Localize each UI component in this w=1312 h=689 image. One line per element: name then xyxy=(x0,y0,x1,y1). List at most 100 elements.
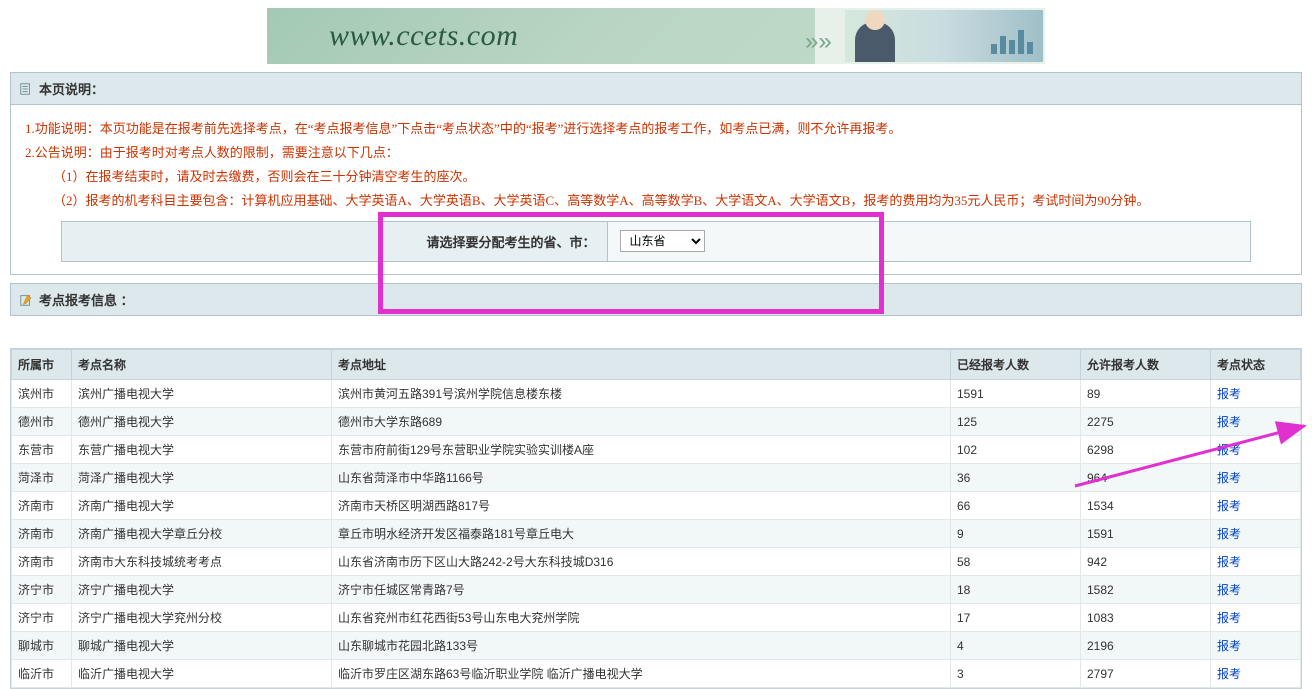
col-addr: 考点地址 xyxy=(332,350,951,380)
notes-icon xyxy=(19,82,33,96)
col-name: 考点名称 xyxy=(72,350,332,380)
register-link[interactable]: 报考 xyxy=(1217,499,1241,513)
cell-status: 报考 xyxy=(1211,660,1301,688)
sites-table-wrap: 所属市 考点名称 考点地址 已经报考人数 允许报考人数 考点状态 滨州市滨州广播… xyxy=(10,348,1302,689)
register-link[interactable]: 报考 xyxy=(1217,471,1241,485)
cell-name: 滨州广播电视大学 xyxy=(72,380,332,408)
instruction-line: 2.公告说明：由于报考时对考点人数的限制，需要注意以下几点： xyxy=(25,141,1287,165)
edit-icon xyxy=(19,293,33,307)
register-link[interactable]: 报考 xyxy=(1217,527,1241,541)
table-row: 滨州市滨州广播电视大学滨州市黄河五路391号滨州学院信息楼东楼159189报考 xyxy=(12,380,1301,408)
cell-addr: 德州市大学东路689 xyxy=(332,408,951,436)
cell-status: 报考 xyxy=(1211,436,1301,464)
instructions-body: 1.功能说明：本页功能是在报考前先选择考点，在“考点报考信息”下点击“考点状态”… xyxy=(10,105,1302,275)
col-allowed: 允许报考人数 xyxy=(1081,350,1211,380)
cell-name: 菏泽广播电视大学 xyxy=(72,464,332,492)
cell-name: 临沂广播电视大学 xyxy=(72,660,332,688)
cell-registered: 9 xyxy=(951,520,1081,548)
table-row: 济南市济南市大东科技城统考考点山东省济南市历下区山大路242-2号大东科技城D3… xyxy=(12,548,1301,576)
cell-city: 菏泽市 xyxy=(12,464,72,492)
register-link[interactable]: 报考 xyxy=(1217,667,1241,681)
cell-addr: 东营市府前街129号东营职业学院实验实训楼A座 xyxy=(332,436,951,464)
cell-name: 德州广播电视大学 xyxy=(72,408,332,436)
register-link[interactable]: 报考 xyxy=(1217,555,1241,569)
cell-status: 报考 xyxy=(1211,604,1301,632)
cell-name: 济南广播电视大学 xyxy=(72,492,332,520)
cell-addr: 滨州市黄河五路391号滨州学院信息楼东楼 xyxy=(332,380,951,408)
cell-status: 报考 xyxy=(1211,632,1301,660)
cell-allowed: 6298 xyxy=(1081,436,1211,464)
instruction-line: （2）报考的机考科目主要包含：计算机应用基础、大学英语A、大学英语B、大学英语C… xyxy=(25,189,1287,213)
cell-addr: 山东省兖州市红花西街53号山东电大兖州学院 xyxy=(332,604,951,632)
col-status: 考点状态 xyxy=(1211,350,1301,380)
cell-status: 报考 xyxy=(1211,520,1301,548)
cell-registered: 3 xyxy=(951,660,1081,688)
cell-registered: 18 xyxy=(951,576,1081,604)
table-row: 聊城市聊城广播电视大学山东聊城市花园北路133号42196报考 xyxy=(12,632,1301,660)
cell-city: 济南市 xyxy=(12,548,72,576)
cell-city: 滨州市 xyxy=(12,380,72,408)
table-row: 东营市东营广播电视大学东营市府前街129号东营职业学院实验实训楼A座102629… xyxy=(12,436,1301,464)
section-instructions-header: 本页说明： xyxy=(10,72,1302,105)
cell-registered: 1591 xyxy=(951,380,1081,408)
table-row: 济宁市济宁广播电视大学兖州分校山东省兖州市红花西街53号山东电大兖州学院1710… xyxy=(12,604,1301,632)
cell-registered: 125 xyxy=(951,408,1081,436)
cell-status: 报考 xyxy=(1211,576,1301,604)
cell-city: 临沂市 xyxy=(12,660,72,688)
cell-name: 济宁广播电视大学兖州分校 xyxy=(72,604,332,632)
cell-allowed: 1582 xyxy=(1081,576,1211,604)
cell-name: 济南市大东科技城统考考点 xyxy=(72,548,332,576)
cell-registered: 17 xyxy=(951,604,1081,632)
instruction-line: 1.功能说明：本页功能是在报考前先选择考点，在“考点报考信息”下点击“考点状态”… xyxy=(25,117,1287,141)
section-sites-title: 考点报考信息 ： xyxy=(39,290,134,309)
cell-registered: 36 xyxy=(951,464,1081,492)
cell-allowed: 1591 xyxy=(1081,520,1211,548)
cell-name: 聊城广播电视大学 xyxy=(72,632,332,660)
cell-name: 东营广播电视大学 xyxy=(72,436,332,464)
cell-registered: 66 xyxy=(951,492,1081,520)
cell-addr: 山东省菏泽市中华路1166号 xyxy=(332,464,951,492)
cell-city: 济宁市 xyxy=(12,604,72,632)
cell-status: 报考 xyxy=(1211,548,1301,576)
instruction-line: （1）在报考结束时，请及时去缴费，否则会在三十分钟清空考生的座次。 xyxy=(25,165,1287,189)
cell-addr: 章丘市明水经济开发区福泰路181号章丘电大 xyxy=(332,520,951,548)
register-link[interactable]: 报考 xyxy=(1217,415,1241,429)
col-registered: 已经报考人数 xyxy=(951,350,1081,380)
banner-header: www.ccets.com »» xyxy=(267,8,1045,64)
cell-status: 报考 xyxy=(1211,492,1301,520)
province-selector-label: 请选择要分配考生的省、市： xyxy=(62,222,608,261)
cell-addr: 济南市天桥区明湖西路817号 xyxy=(332,492,951,520)
cell-city: 济南市 xyxy=(12,492,72,520)
register-link[interactable]: 报考 xyxy=(1217,611,1241,625)
cell-city: 聊城市 xyxy=(12,632,72,660)
banner-url: www.ccets.com xyxy=(329,19,518,53)
cell-allowed: 1083 xyxy=(1081,604,1211,632)
table-row: 临沂市临沂广播电视大学临沂市罗庄区湖东路63号临沂职业学院 临沂广播电视大学32… xyxy=(12,660,1301,688)
cell-registered: 58 xyxy=(951,548,1081,576)
table-row: 德州市德州广播电视大学德州市大学东路6891252275报考 xyxy=(12,408,1301,436)
register-link[interactable]: 报考 xyxy=(1217,639,1241,653)
cell-city: 济南市 xyxy=(12,520,72,548)
province-select[interactable]: 山东省 xyxy=(620,230,705,252)
province-selector-bar: 请选择要分配考生的省、市： 山东省 xyxy=(61,221,1251,262)
cell-allowed: 942 xyxy=(1081,548,1211,576)
table-row: 济南市济南广播电视大学章丘分校章丘市明水经济开发区福泰路181号章丘电大9159… xyxy=(12,520,1301,548)
cell-city: 济宁市 xyxy=(12,576,72,604)
sites-table: 所属市 考点名称 考点地址 已经报考人数 允许报考人数 考点状态 滨州市滨州广播… xyxy=(11,349,1301,688)
cell-allowed: 1534 xyxy=(1081,492,1211,520)
col-city: 所属市 xyxy=(12,350,72,380)
cell-allowed: 2275 xyxy=(1081,408,1211,436)
cell-registered: 102 xyxy=(951,436,1081,464)
table-row: 菏泽市菏泽广播电视大学山东省菏泽市中华路1166号36964 报考 xyxy=(12,464,1301,492)
register-link[interactable]: 报考 xyxy=(1217,443,1241,457)
cell-addr: 临沂市罗庄区湖东路63号临沂职业学院 临沂广播电视大学 xyxy=(332,660,951,688)
register-link[interactable]: 报考 xyxy=(1217,387,1241,401)
province-selector-cell: 山东省 xyxy=(608,222,1250,261)
register-link[interactable]: 报考 xyxy=(1217,583,1241,597)
cell-name: 济宁广播电视大学 xyxy=(72,576,332,604)
cell-allowed: 964 xyxy=(1081,464,1211,492)
cell-allowed: 2797 xyxy=(1081,660,1211,688)
cell-addr: 山东聊城市花园北路133号 xyxy=(332,632,951,660)
section-instructions-title: 本页说明： xyxy=(39,79,104,98)
table-row: 济宁市济宁广播电视大学济宁市任城区常青路7号181582报考 xyxy=(12,576,1301,604)
